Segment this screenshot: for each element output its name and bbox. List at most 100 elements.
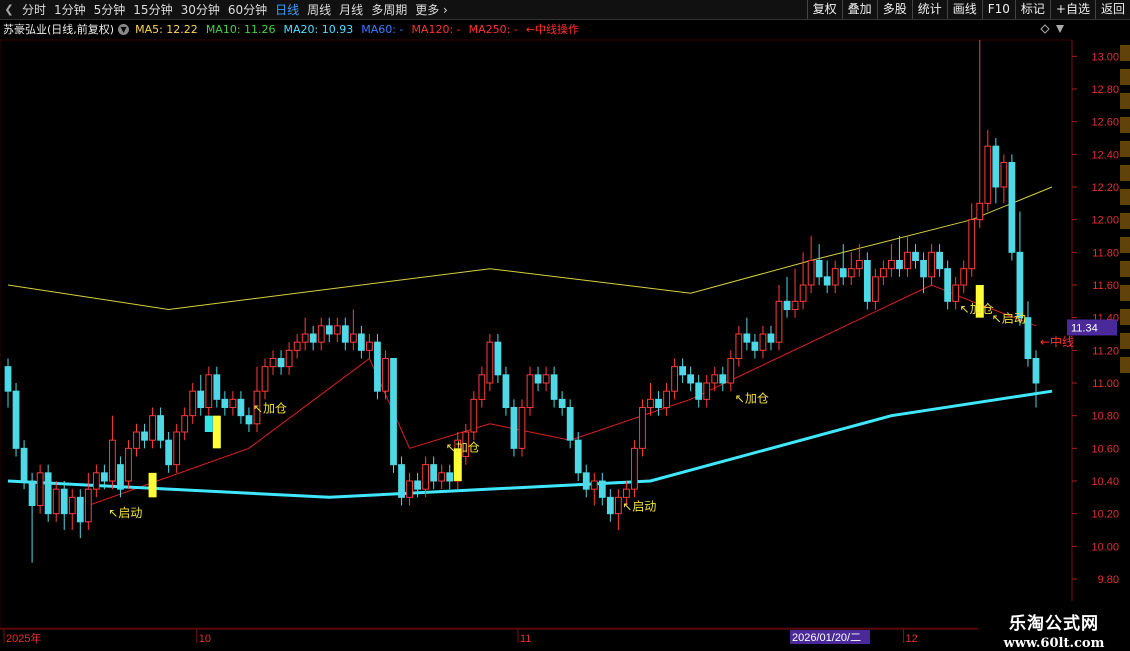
candle-body [888,260,895,270]
price-label: 10.40 [1091,476,1119,488]
fuquan-button[interactable]: 复权 [806,0,842,19]
ma60-value: MA60: - [361,22,404,36]
candle-body [960,268,968,286]
chevron-left-icon[interactable]: ❮ [0,1,18,19]
candle-body [277,358,285,368]
candle-body [783,300,791,311]
ma5-value: MA5: 12.22 [135,22,198,36]
statistics-button[interactable]: 统计 [911,0,947,19]
back-button[interactable]: 返回 [1094,0,1130,19]
tab-monthly[interactable]: 月线 [335,1,367,19]
tab-daily[interactable]: 日线 [271,1,303,19]
candle-body [711,374,719,384]
triangle-icon [1056,25,1064,33]
price-label: 10.80 [1091,411,1119,423]
candle-body [470,398,478,433]
add-watchlist-button[interactable]: +自选 [1049,0,1095,19]
price-label: 12.80 [1091,84,1119,96]
candle-body [84,488,92,523]
mark-button[interactable]: 标记 [1014,0,1050,19]
right-edge-strip [1120,213,1130,229]
candle-body [382,358,389,392]
candle-body [912,251,919,261]
stock-title[interactable]: 苏豪弘业(日线,前复权) [3,21,114,37]
candle-body [550,374,558,400]
candle-body [229,398,237,409]
chevron-right-icon: › [439,2,448,17]
tab-1min[interactable]: 1分钟 [50,1,90,19]
tab-fenshi[interactable]: 分时 [18,1,50,19]
candle-body [133,431,140,449]
plot-frame [0,39,1073,629]
candle-body [598,480,606,498]
strategy-note: ←中线操作 [525,23,580,36]
candle-body [366,341,373,351]
price-label: 12.20 [1091,182,1119,194]
candle-body [614,496,622,515]
candle-body [109,439,116,482]
right-edge-strip [1120,165,1130,181]
tab-30min[interactable]: 30分钟 [177,1,224,19]
candle-body [631,447,638,490]
right-edge-strip [1120,309,1130,325]
candle-body [309,333,317,343]
draw-line-button[interactable]: 画线 [946,0,982,19]
candle-body [189,390,197,417]
candle-body [904,251,911,270]
candle-body [478,374,486,400]
signal-label: ↖启动 [622,499,656,513]
candle-body [791,300,799,311]
watermark-title: 乐淘公式网 [1009,614,1099,634]
candle-body [984,145,992,204]
candle-body [518,407,526,449]
right-edge-strip [1120,261,1130,277]
tab-weekly[interactable]: 周线 [303,1,335,19]
candle-body [1008,162,1016,253]
tab-multi-period[interactable]: 多周期 [367,1,411,19]
candle-body [663,390,670,408]
signal-bar [148,472,157,498]
candle-body [807,260,815,286]
tab-60min[interactable]: 60分钟 [224,1,271,19]
candle-body [20,447,28,482]
f10-button[interactable]: F10 [981,0,1015,19]
settings-icon[interactable]: ▼ [118,23,130,35]
candle-body [992,145,1000,188]
right-edge-strip [1120,141,1130,157]
diamond-icon [1040,24,1050,34]
multi-stock-button[interactable]: 多股 [876,0,912,19]
right-edge-note: ←中线 [1040,334,1074,349]
candle-body [855,260,863,270]
candle-body [301,333,309,343]
signal-label: ↖启动 [992,312,1026,326]
overlay-button[interactable]: 叠加 [841,0,877,19]
candle-body [542,374,550,384]
right-edge-strip [1120,189,1130,205]
candle-body [333,325,341,335]
tab-15min[interactable]: 15分钟 [129,1,176,19]
candle-body [1016,251,1024,319]
tab-more-label: 更多 [415,2,440,17]
candle-body [719,374,727,384]
kline-chart[interactable]: 13.00 12.80 12.60 12.40 12.20 12.00 11.80 11.60… [0,0,1130,650]
candle-body [647,398,654,409]
candle-body [406,480,413,498]
candle-body [775,300,783,343]
candle-body [52,488,60,515]
candle-body [117,464,124,490]
candle-body [976,202,984,221]
candle-body [76,496,84,523]
candle-body [944,268,952,302]
candle-body [390,358,397,466]
candle-body [28,480,36,506]
tab-more[interactable]: 更多 › [411,1,452,19]
candle-body [100,472,108,482]
candle-body [582,472,590,490]
candle-body [4,366,12,392]
top-toolbar: ❮ 分时 1分钟 5分钟 15分钟 30分钟 60分钟 日线 周线 月线 多周期… [0,0,1130,20]
ma10-value: MA10: 11.26 [205,22,276,36]
candle-body [928,251,935,278]
current-price-label: 11.34 [1071,322,1098,334]
watermark-url: www.60lt.com [1003,636,1105,651]
tab-5min[interactable]: 5分钟 [90,1,130,19]
